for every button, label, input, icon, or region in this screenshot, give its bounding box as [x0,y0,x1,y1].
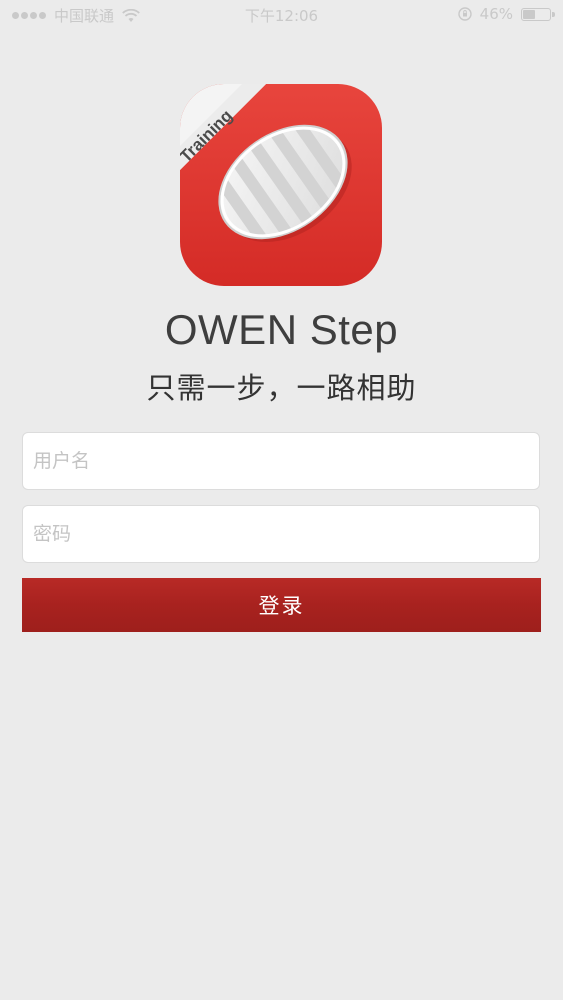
status-right: 46% [457,5,555,23]
app-title: OWEN Step [164,306,399,353]
app-tagline: 只需一步，一路相助 [146,371,417,405]
password-input[interactable] [22,505,540,563]
login-button[interactable]: 登录 [22,578,541,632]
battery-percent: 46% [479,5,513,23]
insole-app-icon: Training [180,84,382,286]
status-bar: 中国联通 下午12:06 46% [0,0,563,30]
battery-fill [523,9,535,19]
username-input[interactable] [22,432,540,490]
battery-icon [521,7,555,21]
orientation-lock-icon [457,7,472,21]
